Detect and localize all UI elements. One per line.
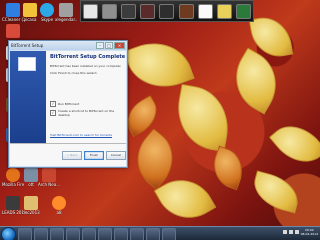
desktop-icon-app[interactable] xyxy=(2,24,24,38)
finish-button[interactable]: Finish xyxy=(84,151,104,160)
ccleaner-icon xyxy=(6,3,20,17)
desktop-icon-label: a8 xyxy=(56,210,62,215)
desktop-icon-document[interactable]: xlegendar... xyxy=(55,3,77,22)
picasa-icon xyxy=(23,3,37,17)
app-icon xyxy=(42,168,56,182)
taskbar-button[interactable] xyxy=(66,227,80,240)
launcher-icon[interactable] xyxy=(197,3,213,19)
launcher-icon[interactable] xyxy=(83,3,99,19)
wizard-text: BitTorrent Setup Complete BitTorrent has… xyxy=(50,54,126,75)
setup-window: BitTorrent Setup – □ × BitTorrent Setup … xyxy=(8,40,128,168)
launcher-icon[interactable] xyxy=(235,3,251,19)
tray-icon[interactable] xyxy=(282,230,287,234)
wallpaper-leaf xyxy=(248,170,304,214)
quick-launch-toolbar xyxy=(80,0,254,22)
taskbar-button[interactable] xyxy=(50,227,64,240)
launcher-icon[interactable] xyxy=(178,3,194,19)
taskbar-button[interactable] xyxy=(98,227,112,240)
skype-icon xyxy=(40,3,54,17)
desktop-icon-label: Arch Nea... xyxy=(38,182,60,187)
desktop-icon-dec2013[interactable]: dec2013 xyxy=(20,196,42,215)
wizard-line-installed: BitTorrent has been installed on your co… xyxy=(50,64,122,68)
taskbar-button[interactable] xyxy=(82,227,96,240)
system-tray: 20:02 08-04-2014 xyxy=(282,228,318,236)
clock[interactable]: 20:02 08-04-2014 xyxy=(301,228,318,236)
bittorrent-logo-icon xyxy=(18,57,36,71)
launcher-icon[interactable] xyxy=(140,3,156,19)
launcher-icon[interactable] xyxy=(102,3,118,19)
minimize-button[interactable]: – xyxy=(96,42,104,49)
launcher-icon[interactable] xyxy=(159,3,175,19)
desktop-icon-label: dec2013 xyxy=(22,210,40,215)
checkbox-box[interactable]: ✓ xyxy=(50,110,56,116)
clock-date: 08-04-2014 xyxy=(300,232,318,236)
taskbar: 20:02 08-04-2014 xyxy=(0,226,320,240)
desktop: CCleaner (2) picasa Skype xlegendar... M… xyxy=(0,0,320,240)
desktop-icon-a8[interactable]: a8 xyxy=(48,196,70,215)
taskbar-button[interactable] xyxy=(130,227,144,240)
desktop-icon-arch[interactable]: Arch Nea... xyxy=(38,168,60,187)
window-titlebar[interactable]: BitTorrent Setup – □ × xyxy=(9,41,127,50)
wallpaper-leaf xyxy=(268,114,320,174)
checkbox-label: Create a shortcut to BitTorrent on the d… xyxy=(57,109,115,117)
launcher-icon[interactable] xyxy=(121,3,137,19)
window-client-area: BitTorrent Setup Complete BitTorrent has… xyxy=(10,51,126,166)
checkbox-box[interactable]: ✓ xyxy=(50,101,56,107)
taskbar-button[interactable] xyxy=(162,227,176,240)
desktop-icon-label: xlegendar... xyxy=(55,17,77,22)
visit-bittorrent-link[interactable]: Visit BitTorrent.com to search for torre… xyxy=(50,133,112,137)
tray-icon[interactable] xyxy=(294,230,299,234)
create-shortcut-checkbox[interactable]: ✓ Create a shortcut to BitTorrent on the… xyxy=(50,109,126,117)
taskbar-button[interactable] xyxy=(146,227,160,240)
window-title: BitTorrent Setup xyxy=(11,43,44,48)
run-bittorrent-checkbox[interactable]: ✓ Run BitTorrent xyxy=(50,101,79,107)
document-icon xyxy=(59,3,73,17)
close-button[interactable]: × xyxy=(114,42,125,49)
wallpaper-leaf xyxy=(206,145,250,191)
start-button[interactable] xyxy=(1,226,16,240)
divider xyxy=(10,143,126,144)
wizard-banner xyxy=(10,51,46,143)
checkbox-label: Run BitTorrent xyxy=(58,102,80,106)
wallpaper-leaf xyxy=(222,47,290,115)
wizard-heading: BitTorrent Setup Complete xyxy=(50,54,126,60)
app-icon xyxy=(6,24,20,38)
folder-icon xyxy=(24,168,38,182)
taskbar-button[interactable] xyxy=(114,227,128,240)
launcher-icon[interactable] xyxy=(216,3,232,19)
cancel-button[interactable]: Cancel xyxy=(106,151,126,160)
back-button[interactable]: < Back xyxy=(62,151,82,160)
maximize-button[interactable]: □ xyxy=(105,42,113,49)
wizard-line-finish: Click Finish to close this wizard. xyxy=(50,71,98,75)
wallpaper-leaf xyxy=(171,83,235,153)
folder-icon xyxy=(24,196,38,210)
app-icon xyxy=(52,196,66,210)
firefox-icon xyxy=(6,168,20,182)
tray-icon[interactable] xyxy=(288,230,293,234)
app-icon xyxy=(6,196,20,210)
taskbar-button[interactable] xyxy=(18,227,32,240)
taskbar-button[interactable] xyxy=(34,227,48,240)
